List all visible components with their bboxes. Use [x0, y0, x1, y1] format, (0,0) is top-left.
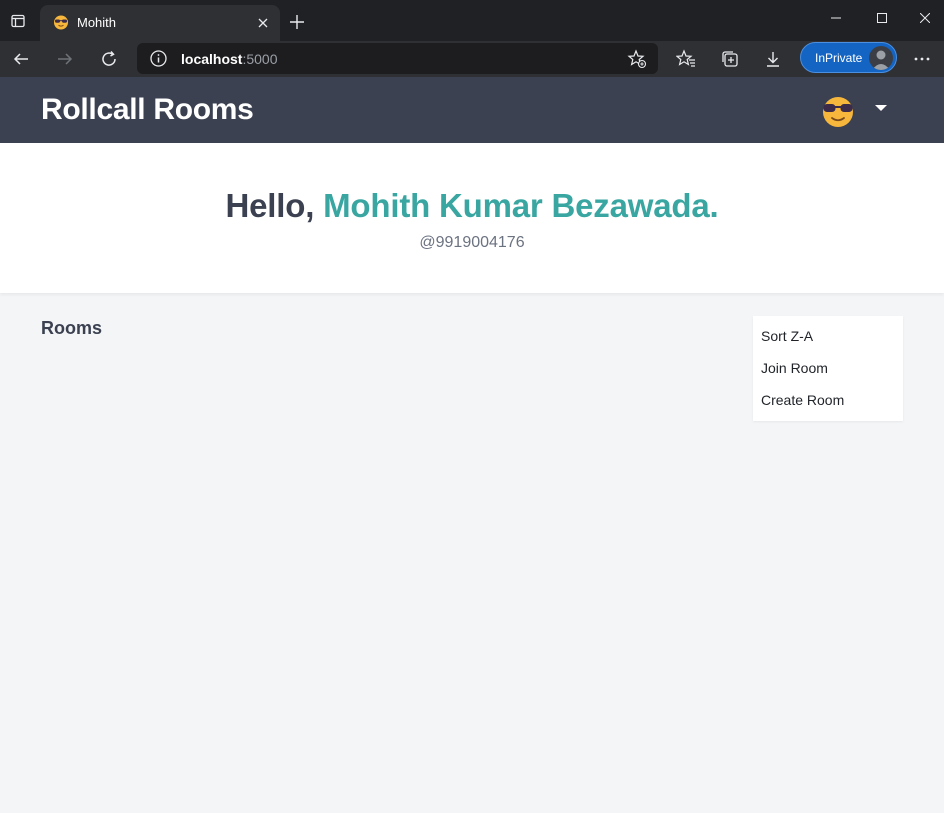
downloads-button[interactable]	[757, 43, 789, 75]
caret-down-icon[interactable]	[874, 103, 888, 113]
tab-actions-button[interactable]	[0, 0, 36, 41]
username-handle: @9919004176	[419, 234, 525, 251]
sunglasses-emoji-favicon-icon	[54, 15, 68, 30]
arrow-right-icon	[58, 53, 73, 65]
address-bar[interactable]: localhost:5000	[137, 43, 658, 74]
close-window-button[interactable]	[905, 0, 944, 36]
settings-more-button[interactable]	[906, 43, 938, 75]
arrow-left-icon	[13, 53, 28, 65]
sort-z-a-menu-item[interactable]: Sort Z-A	[753, 320, 903, 352]
maximize-button[interactable]	[859, 0, 905, 36]
browser-tab-active[interactable]: Mohith	[40, 5, 280, 41]
greeting-heading: Hello, Mohith Kumar Bezawada.	[0, 187, 944, 225]
tab-actions-icon	[11, 14, 25, 27]
greeting-prefix: Hello,	[225, 187, 324, 224]
collections-button[interactable]	[714, 43, 746, 75]
profile-avatar-icon	[869, 46, 893, 70]
add-favorite-icon[interactable]	[627, 49, 647, 69]
join-room-menu-item[interactable]: Join Room	[753, 352, 903, 384]
more-horizontal-icon	[914, 57, 930, 61]
url-text: localhost:5000	[181, 51, 278, 67]
plus-icon	[290, 15, 304, 29]
download-icon	[767, 52, 779, 67]
new-tab-button[interactable]	[284, 9, 310, 35]
url-port: :5000	[242, 51, 278, 67]
rooms-heading: Rooms	[41, 318, 103, 338]
refresh-icon	[102, 51, 116, 66]
tab-title: Mohith	[77, 15, 117, 30]
back-button[interactable]	[5, 43, 37, 75]
user-full-name: Mohith Kumar Bezawada.	[323, 187, 719, 224]
inprivate-badge[interactable]: InPrivate	[800, 42, 897, 73]
browser-toolbar: localhost:5000 InPrivate	[0, 41, 944, 77]
brand-title[interactable]: Rollcall Rooms	[41, 93, 254, 127]
minimize-icon	[831, 17, 841, 19]
tab-close-button[interactable]	[254, 14, 272, 32]
rooms-actions-menu: Sort Z-A Join Room Create Room	[753, 316, 903, 421]
favorites-list-icon	[676, 49, 695, 67]
inprivate-label: InPrivate	[815, 51, 863, 65]
forward-button[interactable]	[49, 43, 81, 75]
maximize-icon	[877, 13, 887, 23]
favorites-button[interactable]	[670, 43, 702, 75]
sunglasses-emoji-icon[interactable]	[821, 94, 855, 128]
browser-tab-bar: Mohith	[0, 0, 944, 41]
minimize-button[interactable]	[813, 0, 859, 36]
create-room-menu-item[interactable]: Create Room	[753, 384, 903, 416]
url-host: localhost	[181, 51, 243, 67]
close-window-icon	[919, 13, 930, 23]
close-icon	[258, 18, 268, 28]
refresh-button[interactable]	[93, 43, 125, 75]
collections-icon	[722, 51, 738, 67]
app-header: Rollcall Rooms	[0, 77, 944, 143]
info-icon[interactable]	[149, 49, 168, 68]
welcome-banner: Hello, Mohith Kumar Bezawada. @991900417…	[0, 143, 944, 293]
